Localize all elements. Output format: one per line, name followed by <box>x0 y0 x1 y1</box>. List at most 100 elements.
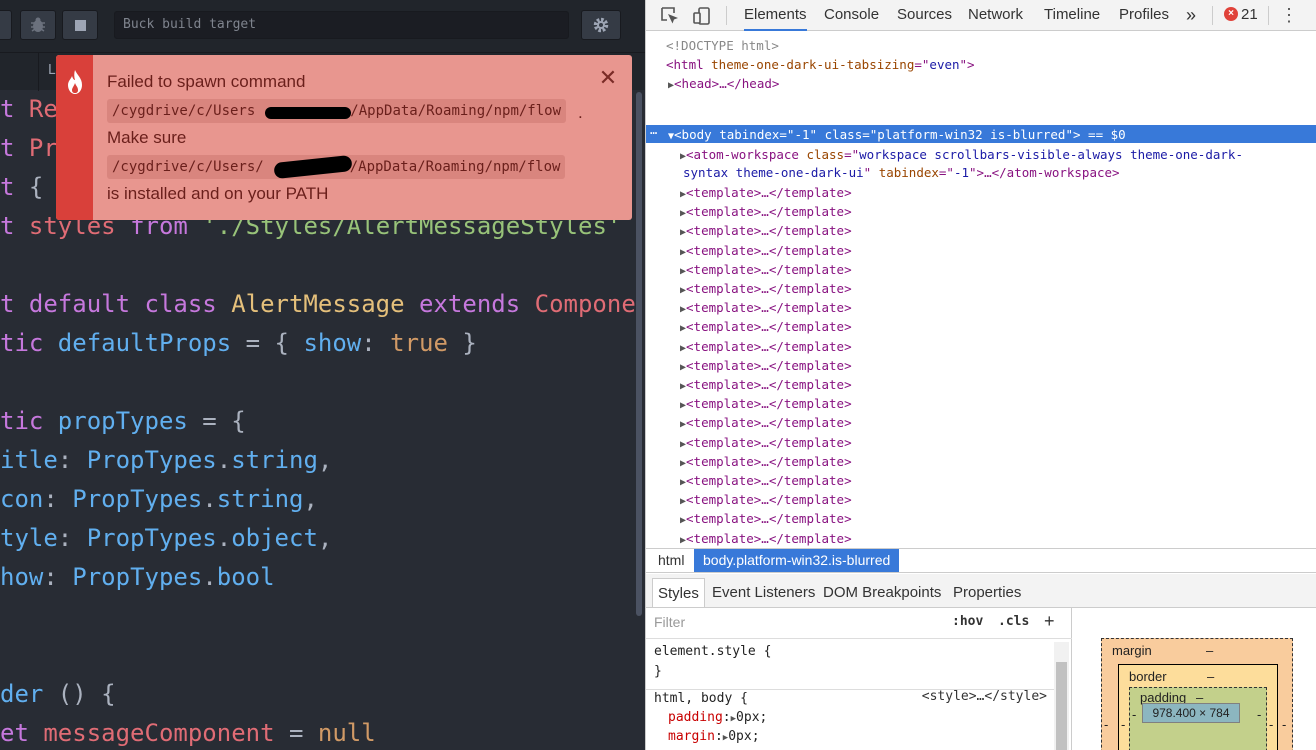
dom-node[interactable]: ▶<atom-workspace class="workspace scroll… <box>680 145 1243 164</box>
code-line[interactable]: der () { <box>0 675 116 714</box>
dom-node[interactable]: ▶<template>…</template> <box>680 452 852 471</box>
tab-elements[interactable]: Elements <box>744 0 807 31</box>
rule-selector[interactable]: html, body { <box>654 689 748 708</box>
notification-icon-bar <box>56 55 93 220</box>
code-line[interactable]: tic propTypes = { <box>0 402 246 441</box>
code-line[interactable]: how: PropTypes.bool <box>0 558 275 597</box>
dom-node[interactable]: ▶<template>…</template> <box>680 337 852 356</box>
code-line[interactable]: con: PropTypes.string, <box>0 480 318 519</box>
code-token: } <box>447 329 477 357</box>
dom-node[interactable]: ▶<head>…</head> <box>668 74 779 93</box>
code-token: PropTypes <box>72 563 203 591</box>
device-mode-icon[interactable] <box>692 6 712 26</box>
code-line[interactable]: tic defaultProps = { show: true } <box>0 324 477 363</box>
dom-node[interactable]: ▶<template>…</template> <box>680 241 852 260</box>
ellipsis-icon[interactable]: … <box>650 123 657 137</box>
dom-node-body[interactable]: ▼<body tabindex="-1" class="platform-win… <box>668 125 1126 144</box>
tab-network[interactable]: Network <box>968 0 1023 30</box>
code-token: , <box>303 485 318 513</box>
dom-node[interactable]: ▶<template>…</template> <box>680 298 852 317</box>
dom-node[interactable]: ▶<template>…</template> <box>680 279 852 298</box>
dom-node[interactable]: <!DOCTYPE html> <box>666 36 779 55</box>
tab-event-listeners[interactable]: Event Listeners <box>707 578 820 607</box>
error-icon[interactable]: × <box>1224 7 1238 21</box>
box-model-content[interactable]: 978.400 × 784 <box>1142 703 1240 723</box>
box-model-padding[interactable]: padding – - - 978.400 × 784 <box>1129 687 1267 750</box>
code-line[interactable]: et messageComponent = null <box>0 714 376 750</box>
stop-icon <box>74 20 86 31</box>
margin-left-value: - <box>1104 717 1109 732</box>
dom-node[interactable]: ▶<template>…</template> <box>680 394 852 413</box>
notification-line-2: Make sure <box>107 128 187 147</box>
code-token: propTypes <box>57 407 203 435</box>
code-token: = <box>289 719 318 747</box>
cls-toggle[interactable]: .cls <box>998 614 1029 629</box>
box-model-border[interactable]: border – - - padding – - - 978.400 × 784 <box>1118 664 1278 750</box>
code-token: tic <box>0 329 58 357</box>
dom-node[interactable]: ▶<template>…</template> <box>680 529 852 548</box>
dom-tree[interactable]: … <!DOCTYPE html> <html theme-one-dark-ui… <box>646 32 1316 548</box>
stop-button[interactable] <box>62 10 98 40</box>
code-line[interactable]: t Re <box>0 90 58 129</box>
box-model-margin[interactable]: margin – - - border – - - padding – - - … <box>1101 638 1293 750</box>
tab-dom-breakpoints[interactable]: DOM Breakpoints <box>818 578 946 607</box>
tab-properties[interactable]: Properties <box>948 578 1026 607</box>
tab-sources[interactable]: Sources <box>897 0 952 30</box>
editor-tab-label[interactable]: L <box>48 63 55 78</box>
code-line[interactable]: tyle: PropTypes.object, <box>0 519 332 558</box>
toolbar-button-partial[interactable] <box>0 10 12 40</box>
code-token: con <box>0 485 44 513</box>
styles-filter-input[interactable]: Filter <box>654 614 685 630</box>
styles-scrollbar[interactable] <box>1054 642 1069 750</box>
notification-line-1: Failed to spawn command <box>107 72 306 91</box>
dom-node[interactable]: ▶<template>…</template> <box>680 221 852 240</box>
hov-toggle[interactable]: :hov <box>952 614 983 629</box>
dom-node[interactable]: ▶<template>…</template> <box>680 413 852 432</box>
error-count[interactable]: 21 <box>1241 0 1258 30</box>
border-value: – <box>1207 669 1215 684</box>
inspect-element-icon[interactable] <box>660 6 680 26</box>
dom-node[interactable]: syntax theme-one-dark-ui" tabindex="-1">… <box>683 163 1120 182</box>
tab-console[interactable]: Console <box>824 0 879 30</box>
dom-node[interactable]: ▶<template>…</template> <box>680 356 852 375</box>
code-line[interactable]: t default class AlertMessage extends Com… <box>0 285 636 324</box>
dom-node[interactable]: ▶<template>…</template> <box>680 375 852 394</box>
tab-styles[interactable]: Styles <box>652 578 705 607</box>
dom-node[interactable]: ▶<template>…</template> <box>680 317 852 336</box>
code-token: , <box>317 524 333 552</box>
tab-profiles[interactable]: Profiles <box>1119 0 1169 30</box>
code-line[interactable]: itle: PropTypes.string, <box>0 441 332 480</box>
code-token: defaultProps <box>57 329 246 357</box>
new-rule-button[interactable]: + <box>1044 611 1055 632</box>
breadcrumb-body[interactable]: body.platform-win32.is-blurred <box>694 549 900 572</box>
padding-left-value: - <box>1132 707 1137 722</box>
breadcrumb-html[interactable]: html <box>658 549 684 572</box>
style-property-padding[interactable]: padding:▶0px; <box>668 708 767 727</box>
more-tabs-icon[interactable]: » <box>1186 0 1196 30</box>
settings-button[interactable] <box>581 10 621 40</box>
styles-pane: Filter :hov .cls + element.style { } htm… <box>646 608 1072 750</box>
dom-node[interactable]: ▶<template>…</template> <box>680 433 852 452</box>
code-line[interactable]: t Pr <box>0 129 58 168</box>
tab-timeline[interactable]: Timeline <box>1044 0 1100 30</box>
dom-node[interactable]: ▶<template>…</template> <box>680 202 852 221</box>
dom-node[interactable]: ▶<template>…</template> <box>680 471 852 490</box>
code-token: show <box>303 329 362 357</box>
scrollbar-thumb[interactable] <box>1056 662 1067 750</box>
style-property-margin[interactable]: margin:▶0px; <box>668 727 760 746</box>
editor-toolbar: Buck build target <box>0 0 645 52</box>
close-icon[interactable]: ✕ <box>596 67 620 91</box>
dom-node[interactable]: ▶<template>…</template> <box>680 509 852 528</box>
dom-node[interactable]: ▶<template>…</template> <box>680 490 852 509</box>
padding-right-value: - <box>1257 707 1262 722</box>
dom-node[interactable]: ▶<template>…</template> <box>680 183 852 202</box>
debug-button[interactable] <box>20 10 56 40</box>
element-style-selector[interactable]: element.style { <box>654 642 771 661</box>
kebab-menu-icon[interactable]: ⋮ <box>1280 5 1298 25</box>
code-line[interactable]: t { <box>0 168 43 207</box>
dom-node[interactable]: <html theme-one-dark-ui-tabsizing="even"… <box>666 55 975 74</box>
dom-node[interactable]: ▶<template>…</template> <box>680 260 852 279</box>
editor-scrollbar[interactable] <box>636 92 642 616</box>
rule-source-link[interactable]: <style>…</style> <box>922 689 1047 704</box>
buck-build-target-input[interactable]: Buck build target <box>114 11 569 39</box>
